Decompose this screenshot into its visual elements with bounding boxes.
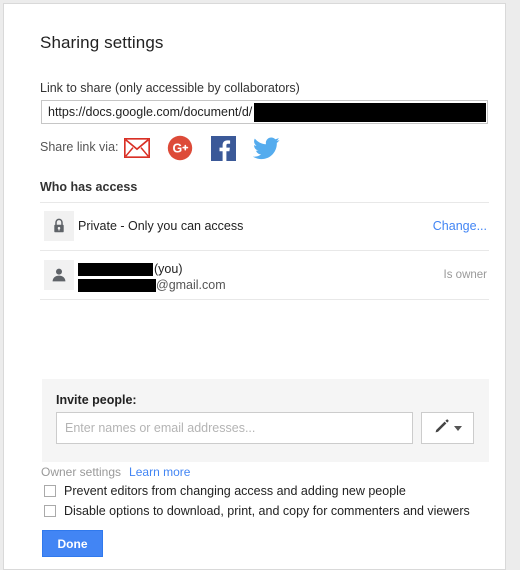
page-title: Sharing settings [40, 33, 164, 52]
lock-icon [44, 211, 74, 241]
share-link-value: https://docs.google.com/document/d/ [48, 105, 253, 119]
person-icon [44, 260, 74, 290]
owner-setting-option-1[interactable]: Prevent editors from changing access and… [44, 484, 406, 498]
prevent-editors-checkbox[interactable] [44, 485, 56, 497]
invite-people-label: Invite people: [56, 393, 137, 407]
sharing-settings-dialog: Sharing settings Link to share (only acc… [3, 3, 506, 570]
prevent-editors-label: Prevent editors from changing access and… [64, 484, 406, 498]
pencil-icon [434, 418, 450, 439]
link-to-share-label: Link to share (only accessible by collab… [40, 81, 300, 95]
permission-dropdown-button[interactable] [421, 412, 474, 444]
owner-setting-option-2[interactable]: Disable options to download, print, and … [44, 504, 470, 518]
redaction-bar-name [78, 263, 153, 277]
done-button[interactable]: Done [42, 530, 103, 557]
owner-settings-header: Owner settings Learn more [41, 465, 190, 479]
owner-email: @gmail.com [78, 277, 226, 293]
chevron-down-icon [453, 425, 462, 431]
owner-name-suffix: (you) [154, 262, 183, 276]
change-access-link[interactable]: Change... [433, 219, 487, 233]
google-plus-icon[interactable]: G [165, 133, 195, 163]
redaction-bar-email [78, 279, 156, 293]
social-share-row: G [122, 132, 281, 164]
owner-role-badge: Is owner [443, 269, 487, 281]
invite-people-panel: Invite people: [42, 379, 489, 462]
facebook-icon[interactable] [208, 133, 238, 163]
gmail-icon[interactable] [122, 133, 152, 163]
privacy-status-text: Private - Only you can access [78, 219, 244, 233]
owner-row: (you) @gmail.com Is owner [40, 251, 489, 299]
disable-download-checkbox[interactable] [44, 505, 56, 517]
learn-more-link[interactable]: Learn more [129, 465, 190, 479]
invite-people-input[interactable] [56, 412, 413, 444]
owner-name: (you) [78, 261, 182, 277]
share-link-via-label: Share link via: [40, 140, 119, 154]
owner-email-suffix: @gmail.com [156, 278, 226, 292]
share-link-input[interactable]: https://docs.google.com/document/d/ [41, 100, 488, 124]
svg-text:G: G [173, 142, 183, 156]
who-has-access-heading: Who has access [40, 180, 138, 194]
twitter-icon[interactable] [251, 133, 281, 163]
owner-settings-label: Owner settings [41, 465, 122, 479]
redaction-bar-url [254, 103, 486, 122]
disable-download-label: Disable options to download, print, and … [64, 504, 470, 518]
privacy-row: Private - Only you can access Change... [40, 202, 489, 250]
divider-bottom [40, 299, 489, 300]
